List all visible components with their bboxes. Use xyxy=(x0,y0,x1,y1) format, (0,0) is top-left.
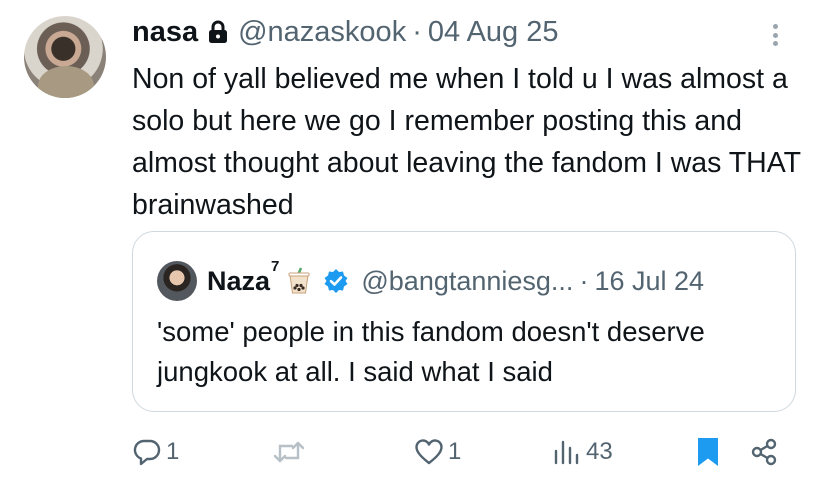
bookmark-icon xyxy=(695,436,721,468)
lock-icon xyxy=(208,20,228,44)
like-count: 1 xyxy=(448,438,462,465)
quoted-author-name-text: Naza xyxy=(207,265,271,296)
retweet-icon xyxy=(272,437,306,467)
quoted-author-handle[interactable]: @bangtanniesg... xyxy=(361,266,573,297)
reply-icon xyxy=(132,437,162,467)
views-button[interactable]: 43 xyxy=(552,432,613,472)
quoted-author-avatar[interactable] xyxy=(157,261,197,301)
views-count: 43 xyxy=(586,438,613,465)
header-separator: · xyxy=(412,15,422,48)
tweet-date[interactable]: 04 Aug 25 xyxy=(428,16,559,49)
quoted-tweet-date[interactable]: 16 Jul 24 xyxy=(594,266,704,297)
quoted-tweet-text: 'some' people in this fandom doesn't des… xyxy=(157,316,705,387)
bookmark-button[interactable] xyxy=(695,432,721,472)
more-vertical-icon[interactable] xyxy=(768,20,782,50)
bubble-tea-icon xyxy=(287,267,311,295)
quoted-tweet-header: Naza7 @bangtanniesg... · 16 Jul 24 xyxy=(207,258,704,301)
quoted-tweet[interactable]: Naza7 @bangtanniesg... · 16 Jul 24 'some… xyxy=(132,231,796,412)
author-avatar[interactable] xyxy=(24,16,106,98)
tweet-header: nasa @nazaskook · 04 Aug 25 xyxy=(132,14,559,50)
author-handle[interactable]: @nazaskook xyxy=(238,16,406,49)
share-icon xyxy=(749,437,779,467)
tweet-text: Non of yall believed me when I told u I … xyxy=(132,63,801,221)
like-icon xyxy=(414,437,444,467)
quoted-header-separator: · xyxy=(579,265,589,296)
reply-button[interactable]: 1 xyxy=(132,432,179,472)
quoted-author-name[interactable]: Naza7 xyxy=(207,258,279,297)
reply-count: 1 xyxy=(166,438,180,465)
quoted-author-name-superscript: 7 xyxy=(271,257,280,275)
author-name[interactable]: nasa xyxy=(132,16,198,49)
like-button[interactable]: 1 xyxy=(414,432,461,472)
share-button[interactable] xyxy=(749,432,779,472)
tweet-actions: 1 1 43 xyxy=(132,432,792,472)
verified-badge-icon xyxy=(323,268,349,294)
views-icon xyxy=(552,437,582,467)
retweet-button[interactable] xyxy=(272,432,310,472)
